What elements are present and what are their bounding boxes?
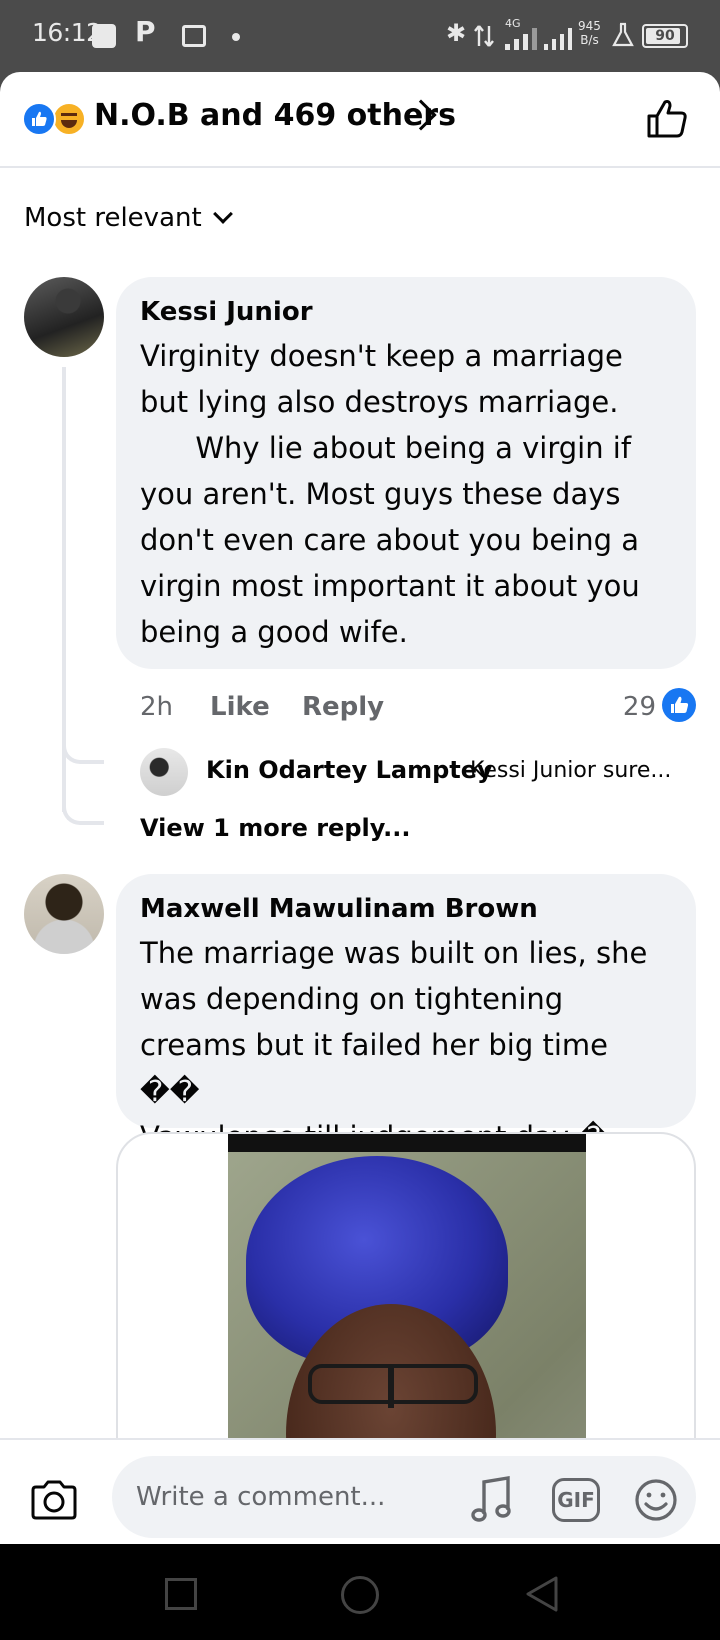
avatar[interactable] xyxy=(140,748,188,796)
speed-unit: B/s xyxy=(580,33,599,47)
reply-author[interactable]: Kin Odartey Lamptey xyxy=(206,756,493,784)
thread-connector xyxy=(62,732,104,764)
signal-icon xyxy=(505,28,537,50)
status-bar: 16:12 P ✱ 4G 945 B/s 90 xyxy=(0,0,720,72)
emoji-icon[interactable] xyxy=(634,1478,678,1522)
like-outline-icon[interactable] xyxy=(645,96,689,140)
speed-value: 945 xyxy=(578,19,601,33)
reply-button[interactable]: Reply xyxy=(302,692,384,722)
reactions-header[interactable]: N.O.B and 469 others xyxy=(0,72,720,168)
comment-text: Virginity doesn't keep a marriage but ly… xyxy=(140,339,640,649)
comment-author[interactable]: Kessi Junior xyxy=(140,297,672,327)
avatar[interactable] xyxy=(24,874,104,954)
battery-icon: 90 xyxy=(642,24,688,48)
comment-bubble[interactable]: Kessi Junior Virginity doesn't keep a ma… xyxy=(116,277,696,669)
like-button[interactable]: Like xyxy=(210,692,270,722)
reply-text: Kessi Junior sure... xyxy=(470,758,672,783)
like-count[interactable]: 29 xyxy=(623,692,656,722)
p-app-icon: P xyxy=(135,14,156,48)
battery-percent: 90 xyxy=(655,28,675,44)
bluetooth-icon: ✱ xyxy=(446,19,467,47)
recents-button[interactable] xyxy=(165,1578,197,1610)
sort-label: Most relevant xyxy=(24,203,202,233)
comment-input[interactable] xyxy=(112,1456,696,1538)
avatar[interactable] xyxy=(24,277,104,357)
comments-sheet: N.O.B and 469 others Most relevant Kessi… xyxy=(0,72,720,1544)
comment-bubble[interactable]: Maxwell Mawulinam Brown The marriage was… xyxy=(116,874,696,1154)
thread-connector xyxy=(62,787,104,825)
square-notification-icon xyxy=(92,24,116,48)
comment-author[interactable]: Maxwell Mawulinam Brown xyxy=(140,894,672,924)
like-reaction-icon xyxy=(22,102,56,136)
chevron-down-icon xyxy=(212,204,233,224)
dot-icon xyxy=(232,33,240,41)
reply-preview[interactable]: Kin Odartey Lamptey Kessi Junior sure... xyxy=(140,748,696,796)
message-icon xyxy=(182,25,206,47)
app-root: 16:12 P ✱ 4G 945 B/s 90 N.O.B and 469 ot… xyxy=(0,0,720,1640)
comment-text: The marriage was built on lies, she was … xyxy=(140,936,648,1154)
music-note-icon[interactable] xyxy=(470,1476,514,1524)
home-button[interactable] xyxy=(341,1576,379,1614)
sort-dropdown[interactable]: Most relevant xyxy=(24,198,233,238)
comment-actions: 2h Like Reply 29 xyxy=(140,688,696,728)
like-reaction-icon[interactable] xyxy=(662,688,696,722)
haha-reaction-icon xyxy=(52,102,86,136)
system-nav-bar xyxy=(0,1544,720,1640)
comment-time: 2h xyxy=(140,692,174,722)
comment-composer: GIF xyxy=(0,1438,720,1544)
photo-glasses xyxy=(308,1364,478,1408)
reactions-summary[interactable]: N.O.B and 469 others xyxy=(94,98,456,133)
flask-icon xyxy=(612,22,634,47)
view-more-replies-link[interactable]: View 1 more reply... xyxy=(140,814,411,842)
camera-icon[interactable] xyxy=(30,1480,78,1520)
back-button[interactable] xyxy=(522,1574,562,1614)
network-speed: 945 B/s xyxy=(578,19,601,47)
gif-icon[interactable]: GIF xyxy=(552,1478,600,1522)
data-arrows-icon xyxy=(474,25,494,47)
photo-top-bar xyxy=(228,1134,586,1152)
signal-icon xyxy=(544,28,572,50)
